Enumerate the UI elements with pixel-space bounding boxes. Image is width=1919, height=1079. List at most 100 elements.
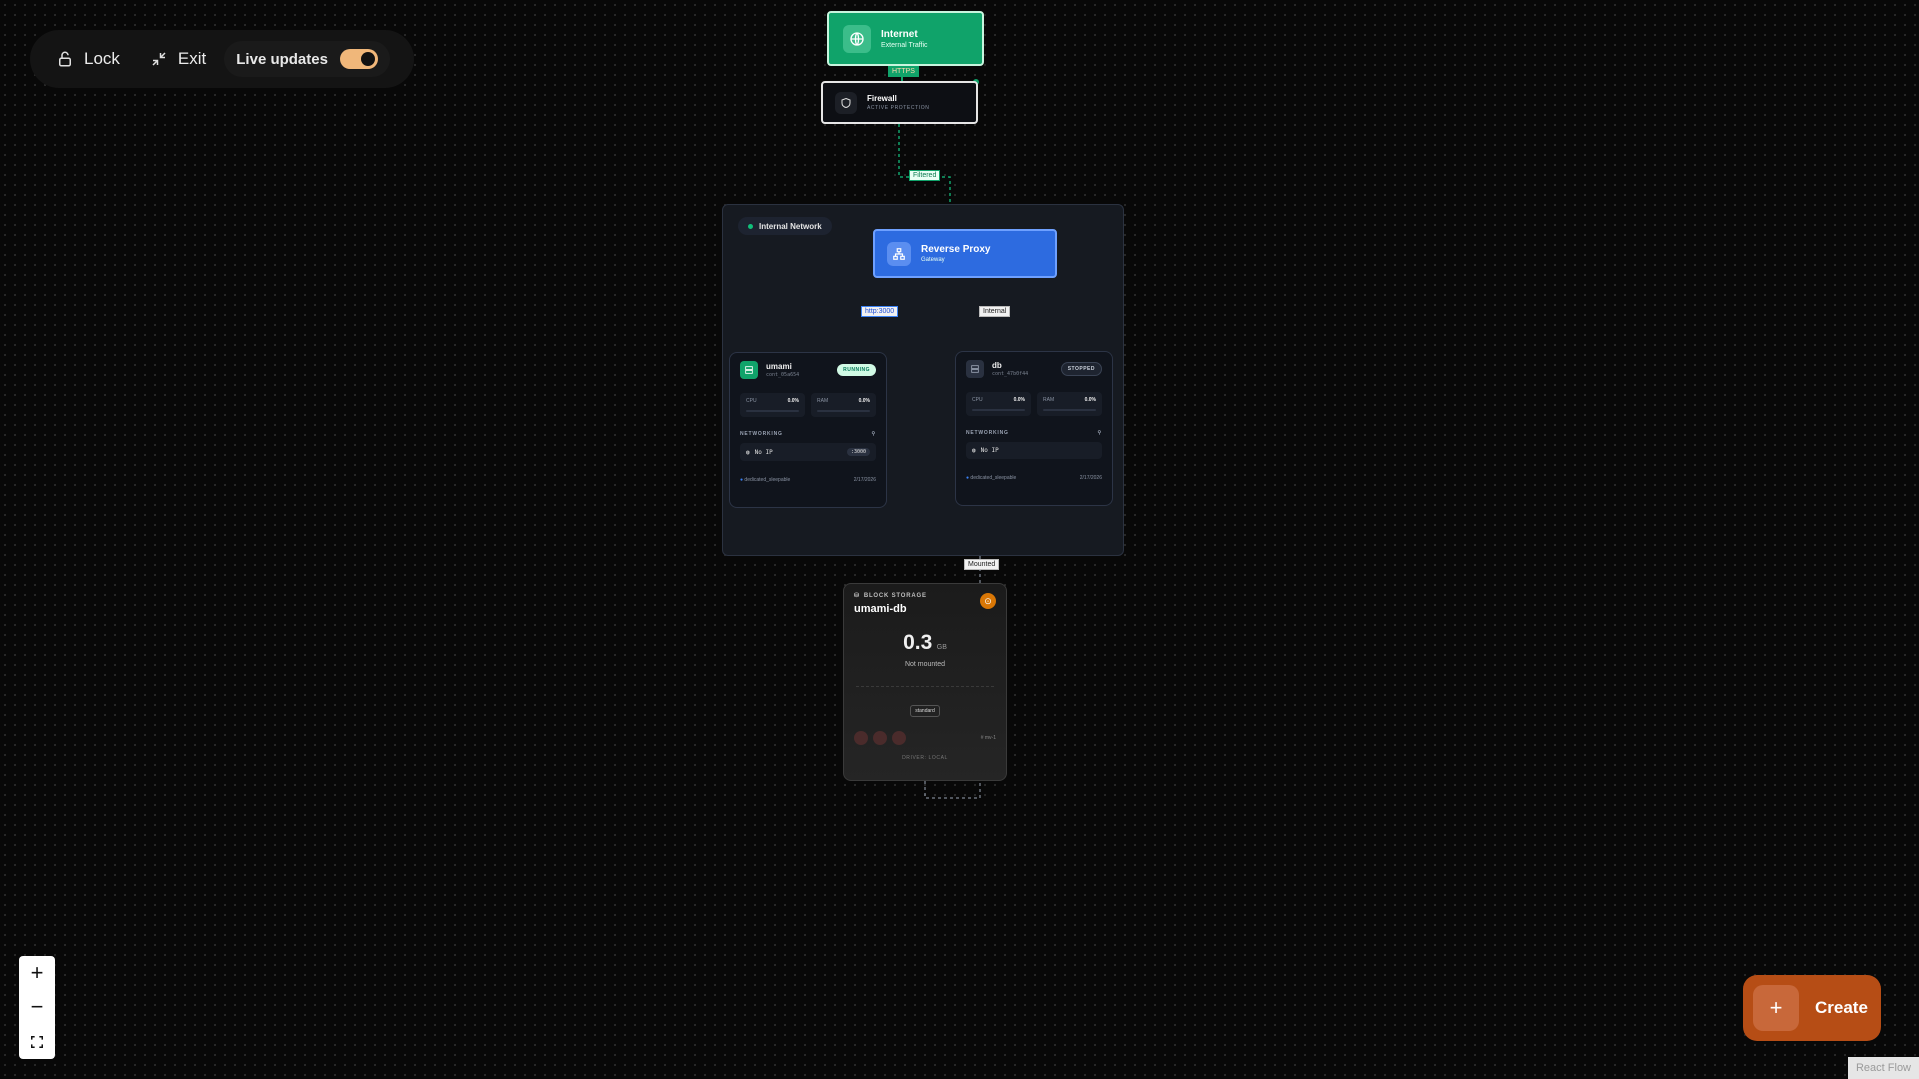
exit-label: Exit: [177, 49, 207, 68]
fit-view-icon: [31, 1035, 43, 1048]
database-icon: [966, 360, 984, 378]
lock-label: Lock: [84, 49, 120, 68]
divider: [856, 686, 994, 687]
network-name: ● dedicated_sleepable: [966, 475, 1017, 481]
ram-bar: [817, 410, 870, 412]
cpu-stat: CPU 0.0%: [740, 393, 805, 417]
warning-icon: ⊙: [980, 593, 996, 609]
disk-icon: ⛁: [854, 593, 860, 599]
status-badge: STOPPED: [1060, 362, 1102, 376]
ip-value: No IP: [980, 447, 999, 454]
edge-label-internal: Internal: [979, 306, 1011, 317]
created-date: 2/17/2026: [1079, 475, 1102, 481]
service-card-umami[interactable]: umami cont_05a654 RUNNING CPU 0.0% RAM 0.0…: [729, 352, 887, 508]
network-name: ● dedicated_sleepable: [740, 477, 791, 483]
internet-title: Internet: [881, 28, 918, 40]
zoom-in-button[interactable]: +: [19, 956, 55, 990]
exit-button[interactable]: Exit: [138, 41, 218, 77]
eye-action-icon[interactable]: [892, 731, 906, 745]
proxy-subtitle: Gateway: [921, 257, 945, 263]
ip-value: No IP: [754, 448, 773, 456]
cpu-bar: [746, 410, 799, 412]
firewall-title: Firewall: [867, 94, 897, 103]
proxy-title: Reverse Proxy: [921, 244, 991, 255]
ram-value: 0.0%: [1084, 397, 1096, 403]
minimize-icon: [150, 50, 168, 68]
firewall-node[interactable]: Firewall ACTIVE PROTECTION: [821, 81, 978, 124]
live-updates-toggle[interactable]: [339, 49, 378, 69]
zoom-out-button[interactable]: −: [19, 990, 55, 1024]
fit-view-button[interactable]: [19, 1025, 55, 1059]
ram-stat: RAM 0.0%: [1037, 392, 1102, 416]
minus-icon: −: [30, 994, 44, 1020]
plus-icon: +: [1753, 985, 1799, 1031]
tier-badge: standard: [910, 705, 940, 717]
globe-icon: ◍: [746, 448, 750, 456]
port-badge: :3000: [846, 448, 870, 456]
live-updates-label: Live updates: [236, 50, 328, 68]
cpu-label: CPU: [972, 397, 983, 403]
edge-label-http3000: http:3000: [861, 306, 899, 317]
container-id: cont_05a654: [766, 372, 800, 378]
created-date: 2/17/2026: [853, 477, 876, 483]
storage-type-label: BLOCK STORAGE: [863, 592, 927, 599]
network-name-text: dedicated_sleepable: [744, 477, 791, 483]
create-label: Create: [1815, 998, 1868, 1017]
server-icon: [740, 361, 758, 379]
edge-filtered: [898, 124, 951, 212]
mount-state: Not mounted: [904, 661, 946, 668]
internal-network-pill: Internal Network: [738, 217, 832, 235]
internet-node[interactable]: Internet External Traffic: [827, 11, 984, 66]
networking-label: NETWORKING: [740, 431, 783, 437]
shield-icon: [835, 91, 857, 114]
toggle-knob: [360, 52, 375, 66]
storage-actions: # mv-1: [844, 717, 1006, 745]
cpu-value: 0.0%: [787, 398, 799, 404]
internal-network-label: Internal Network: [759, 221, 822, 231]
live-updates-control: Live updates: [224, 41, 390, 77]
region-label: # mv-1: [980, 735, 996, 741]
internet-subtitle: External Traffic: [881, 41, 928, 49]
network-icon: [887, 241, 911, 266]
status-badge: RUNNING: [837, 364, 876, 376]
container-id: cont_47b0f44: [992, 371, 1029, 377]
service-card-db[interactable]: db cont_47b0f44 STOPPED CPU 0.0% RAM 0.0% …: [955, 351, 1113, 506]
storage-card[interactable]: ⛁ BLOCK STORAGE ⊙ umami-db 0.3 GB Not mou…: [843, 583, 1007, 781]
react-flow-attribution[interactable]: React Flow: [1848, 1057, 1919, 1079]
zoom-controls: + −: [19, 956, 55, 1059]
networking-label: NETWORKING: [966, 430, 1009, 436]
tier-wrap: standard: [844, 699, 1006, 717]
storage-size: 0.3 GB: [844, 631, 1006, 655]
service-name: umami: [766, 362, 792, 371]
reverse-proxy-node[interactable]: Reverse Proxy Gateway: [873, 229, 1057, 278]
ram-bar: [1043, 409, 1096, 411]
cpu-bar: [972, 409, 1025, 411]
ram-label: RAM: [1043, 397, 1055, 403]
globe-icon: [843, 24, 871, 53]
network-status-dot: [748, 223, 753, 229]
lock-action-icon[interactable]: [854, 731, 868, 745]
globe-icon: ◍: [972, 447, 976, 454]
driver-label: DRIVER: LOCAL: [902, 755, 948, 761]
service-name: db: [992, 361, 1002, 370]
network-icon: ⚲: [1097, 430, 1102, 436]
ram-value: 0.0%: [858, 398, 870, 404]
size-unit: GB: [936, 644, 947, 651]
shield-action-icon[interactable]: [873, 731, 887, 745]
edge-storage-loop: [924, 781, 981, 799]
cpu-value: 0.0%: [1013, 397, 1025, 403]
firewall-subtitle: ACTIVE PROTECTION: [867, 105, 930, 111]
ram-label: RAM: [817, 398, 829, 404]
size-value: 0.3: [903, 631, 933, 654]
lock-button[interactable]: Lock: [44, 41, 132, 77]
edge-label-mounted: Mounted: [964, 559, 1000, 570]
cpu-stat: CPU 0.0%: [966, 392, 1031, 416]
lock-icon: [56, 50, 74, 68]
ram-stat: RAM 0.0%: [811, 393, 876, 417]
cpu-label: CPU: [746, 398, 757, 404]
canvas-toolbar: Lock Exit Live updates: [30, 30, 414, 88]
edge-label-https: HTTPS: [888, 66, 919, 77]
create-button[interactable]: + Create: [1743, 975, 1881, 1041]
ip-box: ◍ No IP :3000: [740, 443, 876, 461]
network-name-text: dedicated_sleepable: [970, 475, 1017, 481]
